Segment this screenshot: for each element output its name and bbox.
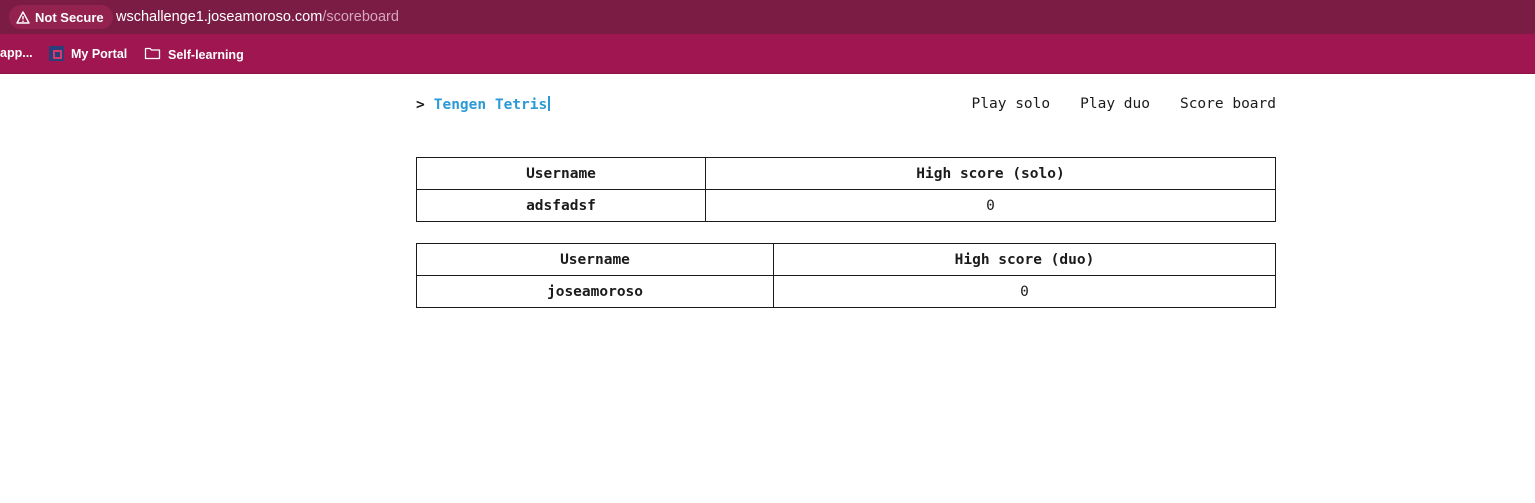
url-host: wschallenge1.joseamoroso.com [116, 9, 323, 25]
column-high-score-duo: High score (duo) [773, 243, 1276, 276]
site-title: Tengen Tetris [433, 97, 548, 113]
column-high-score-solo: High score (solo) [705, 157, 1276, 190]
folder-icon [144, 46, 161, 63]
bookmark-my-portal-label: My Portal [71, 46, 128, 61]
nav-score-board[interactable]: Score board [1180, 96, 1276, 112]
security-label: Not Secure [35, 9, 104, 25]
score-cell: 0 [705, 189, 1276, 222]
username-cell: joseamoroso [416, 275, 774, 308]
site-header: > Tengen Tetris Play solo Play duo Score … [416, 75, 1276, 135]
security-indicator[interactable]: Not Secure [9, 5, 113, 29]
prompt-symbol: > [416, 97, 425, 113]
url-path: /scoreboard [322, 9, 399, 25]
site-logo[interactable]: > Tengen Tetris [416, 96, 551, 113]
bookmark-self-learning[interactable]: Self-learning [144, 46, 244, 63]
solo-scoreboard-table: Username High score (solo) adsfadsf 0 [416, 157, 1276, 222]
table-header-row: Username High score (solo) [416, 157, 1276, 190]
portal-icon [49, 46, 64, 61]
url-field[interactable]: wschallenge1.joseamoroso.com/scoreboard [116, 9, 399, 25]
column-username: Username [416, 157, 706, 190]
score-cell: 0 [773, 275, 1276, 308]
warning-icon [16, 10, 30, 24]
main-nav: Play solo Play duo Score board [972, 96, 1276, 112]
browser-address-bar: Not Secure wschallenge1.joseamoroso.com/… [0, 0, 1535, 34]
bookmark-apps[interactable]: app... [0, 46, 33, 60]
bookmark-my-portal[interactable]: My Portal [49, 46, 127, 61]
table-row: joseamoroso 0 [416, 275, 1276, 308]
cursor-caret [548, 96, 551, 111]
duo-scoreboard-table: Username High score (duo) joseamoroso 0 [416, 243, 1276, 308]
column-username: Username [416, 243, 774, 276]
bookmark-apps-label: app... [0, 46, 33, 60]
page-content: > Tengen Tetris Play solo Play duo Score … [416, 75, 1276, 329]
nav-play-solo[interactable]: Play solo [972, 96, 1051, 112]
nav-play-duo[interactable]: Play duo [1080, 96, 1150, 112]
bookmarks-bar: app... My Portal Self-learning [0, 34, 1535, 74]
table-header-row: Username High score (duo) [416, 243, 1276, 276]
bookmark-self-learning-label: Self-learning [168, 47, 244, 62]
table-row: adsfadsf 0 [416, 189, 1276, 222]
username-cell: adsfadsf [416, 189, 706, 222]
